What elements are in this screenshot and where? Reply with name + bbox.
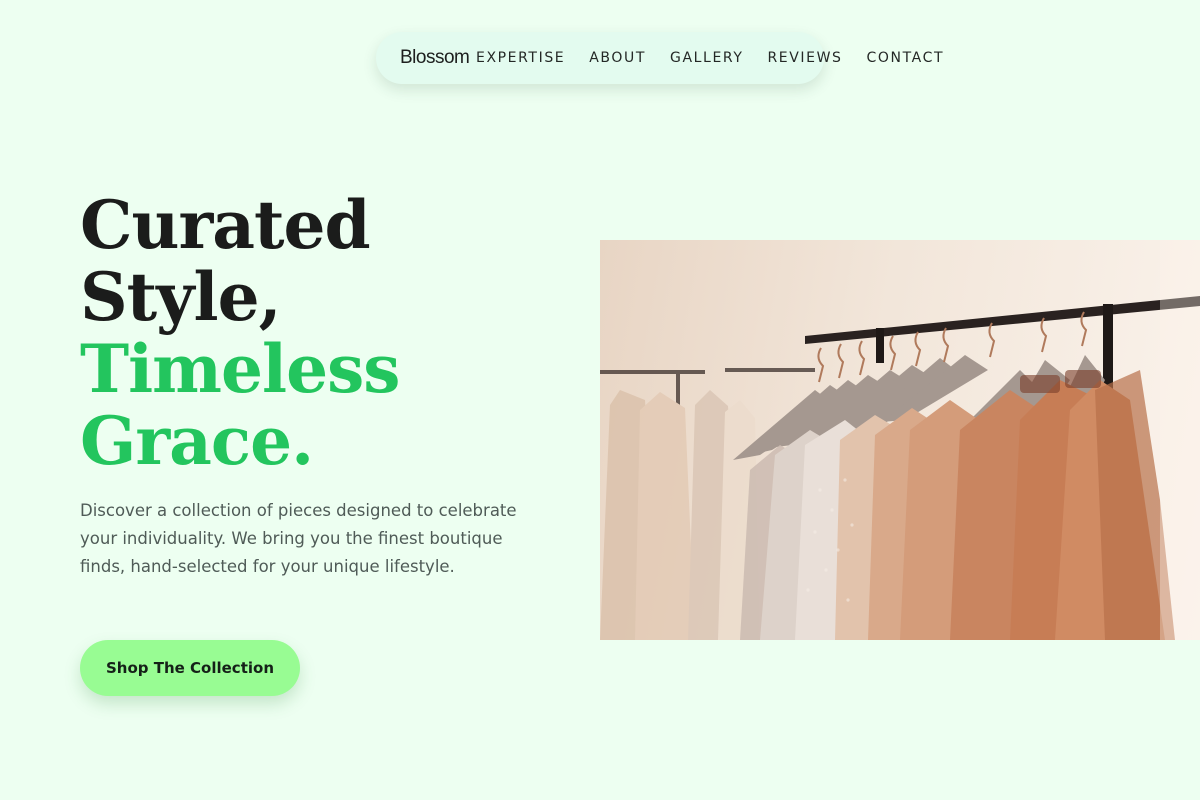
nav-links: EXPERTISE ABOUT GALLERY REVIEWS CONTACT bbox=[476, 47, 944, 69]
nav-link-about[interactable]: ABOUT bbox=[589, 47, 646, 69]
brand-logo[interactable]: Blossom bbox=[400, 46, 470, 70]
headline-line-2: Style, bbox=[80, 258, 282, 336]
headline-line-4-accent: Grace. bbox=[80, 402, 314, 480]
nav-link-expertise[interactable]: EXPERTISE bbox=[476, 47, 565, 69]
shop-collection-button[interactable]: Shop The Collection bbox=[80, 640, 300, 696]
clothing-rack-illustration bbox=[600, 240, 1200, 640]
nav-link-reviews[interactable]: REVIEWS bbox=[767, 47, 842, 69]
headline-line-1: Curated bbox=[80, 186, 371, 264]
hero-headline: Curated Style, Timeless Grace. bbox=[80, 186, 400, 480]
nav-link-gallery[interactable]: GALLERY bbox=[670, 47, 743, 69]
hero-image bbox=[600, 240, 1200, 640]
nav-link-contact[interactable]: CONTACT bbox=[867, 47, 945, 69]
headline-line-3-accent: Timeless bbox=[80, 330, 400, 408]
hero-description: Discover a collection of pieces designed… bbox=[80, 501, 517, 576]
